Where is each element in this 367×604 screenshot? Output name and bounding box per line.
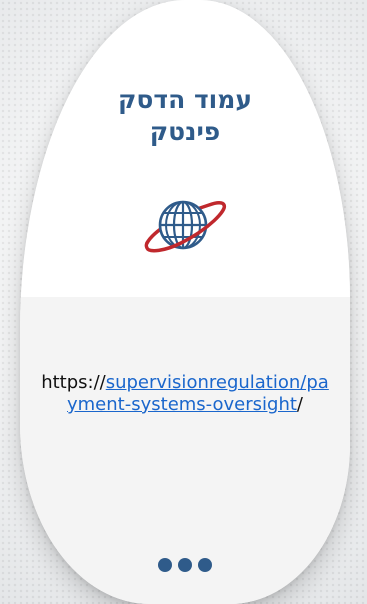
fintech-desk-card[interactable]: עמוד הדסק פינטק https://supervisionregul… [20, 0, 350, 604]
dot-1 [158, 558, 172, 572]
url-suffix: / [296, 394, 303, 415]
url-prefix: https:// [41, 372, 106, 393]
dot-2 [178, 558, 192, 572]
url-text: https://supervisionregulation/payment-sy… [38, 372, 332, 416]
card-title-line-1: עמוד הדסק [118, 85, 252, 114]
three-dots-icon[interactable] [20, 558, 350, 572]
card-title: עמוד הדסק פינטק [20, 84, 350, 148]
globe-icon [144, 200, 226, 253]
url-link[interactable]: supervisionregulation/payment-systems-ov… [67, 372, 329, 415]
card-title-line-2: פינטק [149, 117, 221, 146]
dot-3 [198, 558, 212, 572]
